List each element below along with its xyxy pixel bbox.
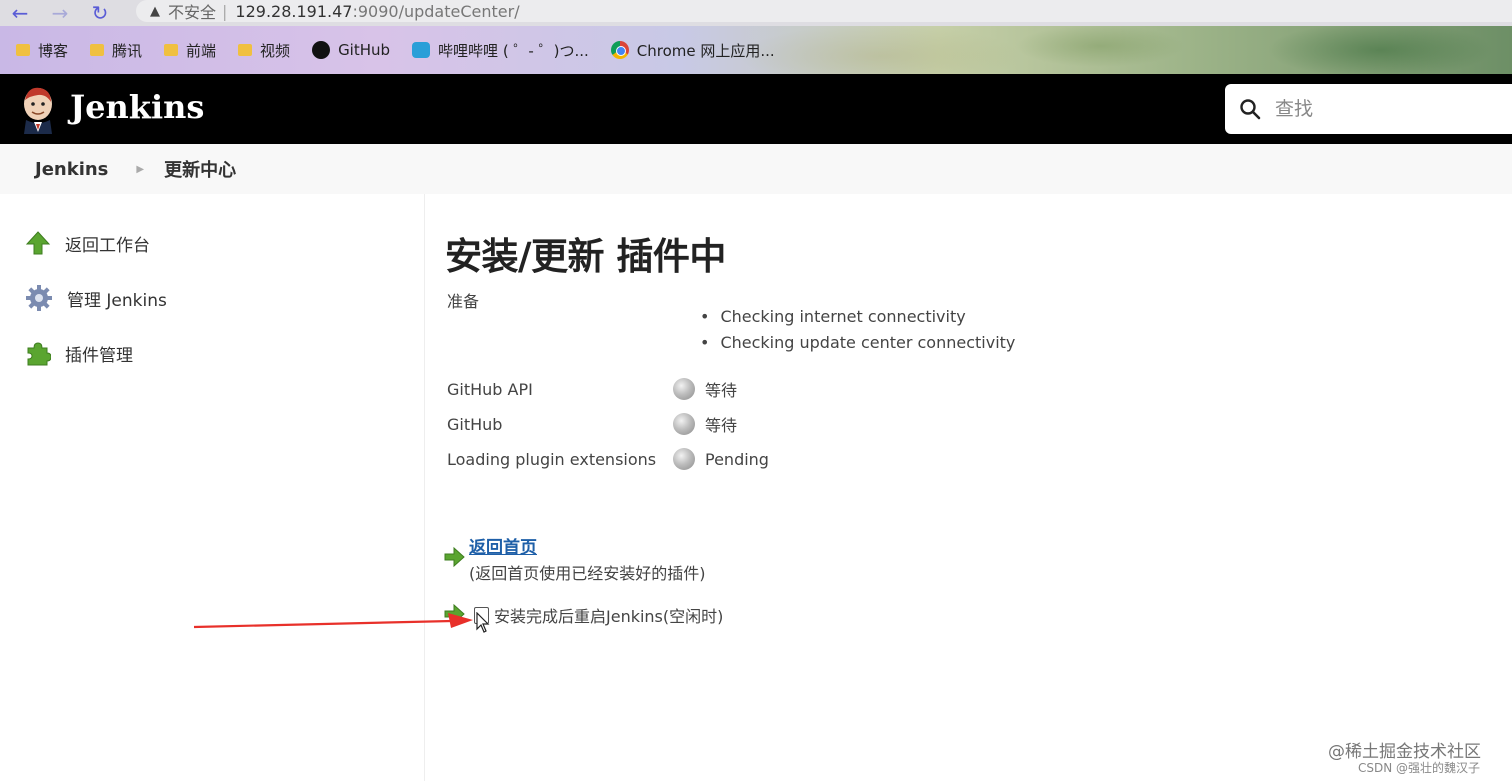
bookmark-label: 视频: [260, 41, 291, 60]
bookmark-label: 哔哩哔哩 ( ゜- ゜)つ...: [438, 41, 589, 60]
status-row: Loading plugin extensions Pending: [447, 444, 769, 474]
connectivity-check-list: Checking internet connectivity Checking …: [700, 303, 1015, 355]
bookmark-item[interactable]: 视频: [238, 40, 290, 61]
folder-icon: [90, 44, 105, 56]
sidebar-divider: [424, 194, 425, 781]
sidebar-item-label: 返回工作台: [65, 235, 150, 256]
plugin-name: GitHub: [447, 414, 503, 434]
bookmark-label: Chrome 网上应用...: [636, 41, 775, 60]
search-icon: [1240, 99, 1261, 120]
bookmark-item[interactable]: Chrome 网上应用...: [610, 40, 775, 61]
bookmark-label: 腾讯: [112, 41, 143, 60]
reload-icon[interactable]: ↻: [80, 2, 120, 24]
chrome-icon: [610, 41, 629, 59]
back-home-link[interactable]: 返回首页: [469, 533, 537, 558]
gear-icon: [26, 285, 52, 311]
page-title: 安装/更新 插件中: [445, 235, 726, 278]
url-path: :9090/updateCenter/: [352, 1, 520, 21]
list-item: Checking update center connectivity: [700, 329, 1015, 355]
security-label: 不安全: [168, 3, 217, 22]
bookmark-label: 博客: [38, 41, 69, 60]
jenkins-title[interactable]: Jenkins: [70, 88, 204, 126]
sidebar-item-manage-jenkins[interactable]: 管理 Jenkins: [25, 283, 167, 313]
folder-icon: [16, 44, 30, 56]
status-text: Pending: [705, 449, 769, 469]
back-arrow-icon[interactable]: ←: [0, 2, 40, 24]
status-text: 等待: [705, 416, 738, 435]
bookmark-item[interactable]: 腾讯: [90, 40, 142, 61]
status-row: GitHub API 等待: [447, 374, 737, 404]
search-box[interactable]: [1225, 84, 1512, 134]
chevron-right-icon: ▶: [136, 163, 145, 175]
status-ball-icon: [673, 413, 695, 435]
bookmark-item[interactable]: 前端: [164, 40, 216, 61]
plugin-name: Loading plugin extensions: [447, 449, 657, 469]
folder-icon: [238, 44, 253, 56]
list-item: Checking internet connectivity: [700, 303, 1015, 329]
github-icon: [312, 41, 331, 59]
restart-label[interactable]: 安装完成后重启Jenkins(空闲时): [494, 603, 723, 627]
folder-icon: [164, 44, 179, 56]
bookmark-label: GitHub: [338, 41, 391, 59]
right-arrow-icon: [444, 546, 465, 568]
breadcrumb-root[interactable]: Jenkins: [35, 159, 108, 180]
plugin-name: GitHub API: [447, 379, 533, 399]
sidebar-item-label: 管理 Jenkins: [67, 290, 167, 311]
watermark: CSDN @强壮的魏汉子: [1358, 761, 1481, 775]
status-row: GitHub 等待: [447, 409, 737, 439]
sidebar-item-back-dashboard[interactable]: 返回工作台: [25, 228, 150, 258]
sidebar-item-plugin-manager[interactable]: 插件管理: [25, 338, 133, 368]
url-host: 129.28.191.47: [235, 1, 353, 21]
sidebar-item-label: 插件管理: [65, 345, 133, 366]
bilibili-icon: [412, 42, 431, 58]
bookmark-item[interactable]: 哔哩哔哩 ( ゜- ゜)つ...: [412, 40, 589, 61]
bookmarks-bar: 博客 腾讯 前端 视频 GitHub 哔哩哔哩 ( ゜- ゜)つ... Chro…: [0, 26, 1512, 74]
bookmark-item[interactable]: GitHub: [312, 41, 390, 59]
up-arrow-icon: [25, 231, 51, 255]
status-ball-icon: [673, 448, 695, 470]
annotation-arrow-icon: [193, 613, 473, 629]
bookmark-label: 前端: [186, 41, 217, 60]
jenkins-logo-icon[interactable]: [20, 84, 56, 134]
status-ball-icon: [673, 378, 695, 400]
breadcrumb: Jenkins ▶ 更新中心: [0, 144, 1512, 194]
url-field[interactable]: ▲ 不安全 | 129.28.191.47:9090/updateCenter/: [136, 0, 1512, 22]
back-home-description: (返回首页使用已经安装好的插件): [469, 564, 706, 583]
bookmark-item[interactable]: 博客: [16, 40, 68, 61]
warning-icon: ▲: [150, 3, 160, 19]
prep-label: 准备: [447, 292, 480, 311]
search-input[interactable]: [1275, 98, 1495, 120]
breadcrumb-current[interactable]: 更新中心: [164, 156, 236, 182]
forward-arrow-icon[interactable]: →: [40, 2, 80, 24]
jenkins-header: Jenkins: [0, 74, 1512, 144]
browser-address-bar: ← → ↻ ▲ 不安全 | 129.28.191.47:9090/updateC…: [0, 0, 1512, 26]
status-text: 等待: [705, 381, 738, 400]
url-separator: |: [222, 1, 228, 21]
puzzle-icon: [27, 342, 51, 366]
